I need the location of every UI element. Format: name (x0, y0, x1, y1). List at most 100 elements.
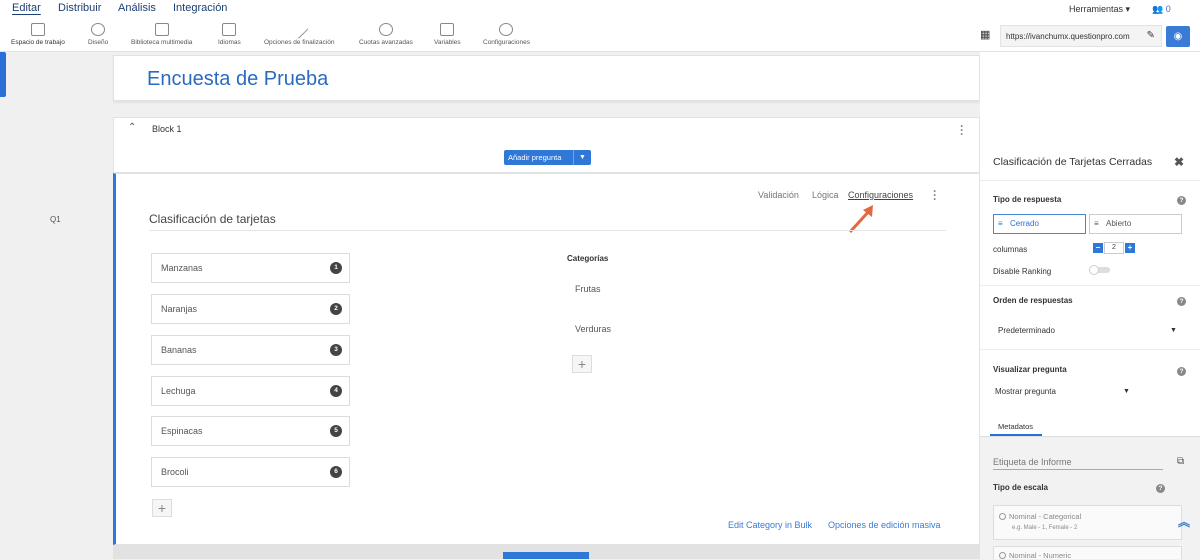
toolbar-design[interactable]: Diseño (88, 23, 108, 46)
scale-type-label: Tipo de escala (993, 483, 1048, 492)
user-count: 0 (1165, 4, 1171, 14)
palette-icon (91, 23, 106, 36)
add-item-button[interactable]: + (152, 499, 172, 517)
toolbar-settings[interactable]: Configuraciones (483, 23, 530, 46)
scale-option-example: e.g. Male - 1, Female - 2 (1012, 525, 1078, 531)
toolbar-media-library[interactable]: Biblioteca multimedia (131, 23, 192, 46)
chevron-down-icon[interactable]: ▼ (573, 150, 591, 165)
survey-url-field[interactable]: https://ivanchumx.questionpro.com ✎ (1000, 25, 1162, 47)
divider (980, 349, 1200, 350)
edit-category-bulk-link[interactable]: Edit Category in Bulk (728, 520, 812, 530)
edit-pencil-icon[interactable]: ✎ (1147, 30, 1155, 41)
toolbar-variables[interactable]: Variables (434, 23, 461, 46)
tools-menu[interactable]: Herramientas ▾ (1069, 4, 1130, 15)
columns-input[interactable]: 2 (1104, 242, 1124, 254)
card-item[interactable]: Brocoli 6 (151, 457, 350, 487)
survey-title[interactable]: Encuesta de Prueba (147, 68, 328, 91)
question-more-icon[interactable]: · · · (933, 185, 937, 205)
closed-option[interactable]: ≡ Cerrado (993, 214, 1086, 234)
tab-settings[interactable]: Configuraciones (848, 190, 913, 200)
disable-ranking-label: Disable Ranking (993, 267, 1052, 276)
toolbar-label: Espacio de trabajo (11, 39, 65, 46)
users-button[interactable]: 👥 0 (1152, 4, 1171, 15)
collapse-icon[interactable]: ⌃ (128, 122, 136, 133)
toolbar-languages[interactable]: Idiomas (218, 23, 241, 46)
nav-integracion[interactable]: Integración (173, 2, 227, 14)
card-item[interactable]: Naranjas 2 (151, 294, 350, 324)
metadata-section: Etiqueta de Informe ⧉ Tipo de escala ? N… (980, 437, 1200, 560)
nav-analisis[interactable]: Análisis (118, 2, 156, 14)
order-label: Orden de respuestas (993, 296, 1073, 305)
category-item[interactable]: Verduras (575, 324, 611, 334)
tab-logic[interactable]: Lógica (812, 190, 839, 200)
external-link-icon[interactable]: ⧉ (1177, 456, 1184, 467)
panel-title: Clasificación de Tarjetas Cerradas (993, 156, 1153, 168)
card-item-number: 2 (330, 303, 342, 315)
card-item-number: 5 (330, 425, 342, 437)
report-tag-input[interactable]: Etiqueta de Informe (993, 457, 1163, 470)
list-icon: ≡ (998, 219, 1003, 228)
card-item-text: Manzanas (161, 263, 203, 273)
decrement-button[interactable]: − (1093, 243, 1103, 253)
tag-icon (440, 23, 455, 36)
radio-icon (999, 513, 1006, 520)
help-icon[interactable]: ? (1177, 297, 1186, 306)
toolbar-workspace[interactable]: Espacio de trabajo (11, 23, 65, 46)
help-icon[interactable]: ? (1177, 196, 1186, 205)
preview-button[interactable]: ◉ (1166, 26, 1190, 47)
card-item[interactable]: Lechuga 4 (151, 376, 350, 406)
question-number: Q1 (50, 215, 61, 224)
disable-ranking-toggle[interactable] (1089, 265, 1110, 275)
card-item-text: Brocoli (161, 467, 189, 477)
mass-edit-options-link[interactable]: Opciones de edición masiva (828, 520, 941, 530)
toolbar-label: Cuotas avanzadas (359, 39, 413, 46)
toolbar-label: Opciones de finalización (264, 39, 335, 46)
nav-distribuir[interactable]: Distribuir (58, 2, 101, 14)
block-title: Block 1 (152, 124, 182, 134)
help-icon[interactable]: ? (1156, 484, 1165, 493)
active-tab-marker (0, 52, 6, 97)
scale-option[interactable]: Nominal - Categorical e.g. Male - 1, Fem… (993, 505, 1182, 540)
add-category-button[interactable]: + (572, 355, 592, 373)
scale-option-label: Nominal - Categorical (1009, 512, 1082, 521)
card-item[interactable]: Espinacas 5 (151, 416, 350, 446)
list-icon: ≡ (1094, 219, 1099, 228)
increment-button[interactable]: + (1125, 243, 1135, 253)
add-question-button[interactable]: Añadir pregunta ▼ (504, 150, 591, 165)
survey-url: https://ivanchumx.questionpro.com (1006, 32, 1130, 41)
bottom-add-button[interactable] (503, 552, 589, 559)
qr-code-icon[interactable]: ▦ (980, 28, 990, 41)
category-item[interactable]: Frutas (575, 284, 601, 294)
chevron-down-icon: ▾ (1125, 4, 1131, 14)
open-option[interactable]: ≡ Abierto (1089, 214, 1182, 234)
nav-editar[interactable]: Editar (12, 2, 41, 14)
card-item[interactable]: Bananas 3 (151, 335, 350, 365)
card-item-number: 4 (330, 385, 342, 397)
order-select[interactable]: Predeterminado (998, 326, 1055, 335)
card-item[interactable]: Manzanas 1 (151, 253, 350, 283)
block-more-icon[interactable]: · · · (960, 120, 964, 140)
toolbar-quotas[interactable]: Cuotas avanzadas (359, 23, 413, 46)
divider (980, 285, 1200, 286)
scale-option[interactable]: Nominal - Numeric (993, 546, 1182, 560)
magic-wand-icon (289, 19, 309, 40)
card-item-number: 3 (330, 344, 342, 356)
close-icon[interactable]: ✖ (1174, 155, 1184, 169)
toolbar-label: Biblioteca multimedia (131, 39, 193, 46)
tab-metadata[interactable]: Metadatos (998, 422, 1033, 431)
help-icon[interactable]: ? (1177, 367, 1186, 376)
image-icon (154, 23, 169, 36)
toolbar-finish-options[interactable]: Opciones de finalización (264, 19, 335, 46)
closed-label: Cerrado (1010, 219, 1039, 228)
scroll-up-icon[interactable]: ︽ (1178, 513, 1190, 530)
display-select[interactable]: Mostrar pregunta (995, 387, 1056, 396)
card-item-number: 6 (330, 466, 342, 478)
tab-validation[interactable]: Validación (758, 190, 799, 200)
card-item-text: Naranjas (161, 304, 198, 314)
toolbar-label: Configuraciones (483, 39, 530, 46)
gear-icon (499, 23, 514, 36)
chevron-down-icon: ▼ (1123, 388, 1130, 395)
eye-icon: ◉ (1173, 31, 1183, 42)
top-nav: Editar Distribuir Análisis Integración H… (0, 0, 1200, 18)
question-title[interactable]: Clasificación de tarjetas (149, 212, 276, 226)
